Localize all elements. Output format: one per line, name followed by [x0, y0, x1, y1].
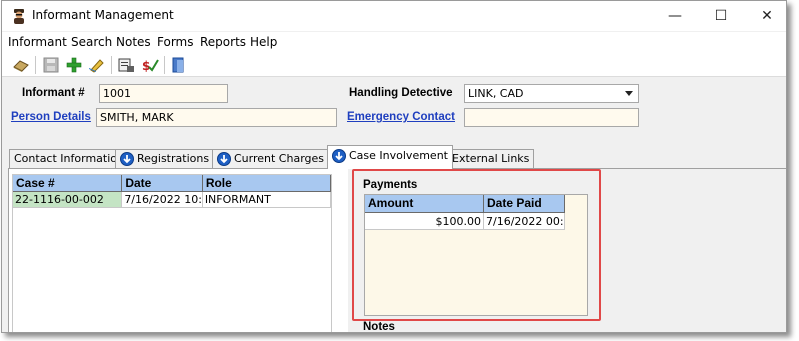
- column-header-date-paid[interactable]: Date Paid: [484, 195, 565, 213]
- emergency-contact-link[interactable]: Emergency Contact: [347, 111, 455, 123]
- menu-notes[interactable]: Notes: [116, 35, 151, 49]
- toolbar-separator: [35, 56, 36, 74]
- menu-informant[interactable]: Informant: [8, 35, 67, 49]
- maximize-button[interactable]: ☐: [698, 1, 744, 31]
- column-header-amount[interactable]: Amount: [365, 195, 484, 213]
- title-bar: Informant Management — ☐ ✕: [2, 1, 786, 31]
- informant-management-window: Informant Management — ☐ ✕ Informant Sea…: [1, 0, 787, 333]
- arrow-down-circle-icon: [332, 149, 346, 163]
- handling-detective-value: LINK, CAD: [468, 87, 524, 100]
- report-icon: $: [142, 59, 159, 73]
- cell-case-number[interactable]: 22-1116-00-002: [13, 192, 123, 208]
- cell-amount[interactable]: $100.00: [365, 213, 484, 230]
- report-button[interactable]: $: [141, 56, 159, 74]
- tab-case-involvement[interactable]: Case Involvement: [327, 145, 453, 169]
- arrow-down-circle-icon: [120, 152, 134, 166]
- informant-number-field[interactable]: 1001: [99, 84, 228, 103]
- minimize-button[interactable]: —: [652, 1, 698, 31]
- handling-detective-select[interactable]: LINK, CAD: [464, 84, 639, 103]
- menu-forms[interactable]: Forms: [157, 35, 193, 49]
- scanner-button[interactable]: [117, 56, 135, 74]
- menu-bar: Informant Search Notes Forms Reports Hel…: [2, 32, 786, 52]
- payments-grid-header: Amount Date Paid: [365, 195, 587, 213]
- cell-date[interactable]: 7/16/2022 10:0: [122, 192, 203, 208]
- maximize-icon: ☐: [714, 8, 728, 24]
- handling-detective-label: Handling Detective: [349, 87, 453, 99]
- cell-role[interactable]: INFORMANT: [202, 192, 331, 208]
- scanner-icon: [118, 58, 134, 72]
- open-icon: [13, 60, 29, 72]
- exit-button[interactable]: [170, 56, 188, 74]
- cell-date-paid[interactable]: 7/16/2022 00:1: [484, 213, 565, 230]
- open-button[interactable]: [12, 56, 30, 74]
- tab-label: Registrations: [137, 152, 210, 165]
- tab-label: Contact Information: [14, 152, 124, 165]
- close-button[interactable]: ✕: [744, 1, 786, 31]
- tab-label: Case Involvement: [349, 149, 448, 162]
- minimize-icon: —: [668, 8, 682, 24]
- tab-registrations[interactable]: Registrations: [115, 149, 215, 168]
- toolbar: $: [2, 52, 786, 77]
- chevron-down-icon: [625, 91, 633, 96]
- case-involvement-panel: Case # Date Role 22-1116-00-002 7/16/202…: [8, 168, 786, 333]
- save-button[interactable]: [42, 56, 60, 74]
- case-details-pane: Payments Amount Date Paid $100.00 7/16/2…: [348, 169, 786, 333]
- payments-title: Payments: [363, 179, 418, 191]
- svg-text:$: $: [142, 59, 150, 73]
- add-icon: [66, 57, 82, 73]
- edit-icon: [89, 59, 104, 73]
- toolbar-separator: [111, 56, 112, 74]
- edit-button[interactable]: [88, 56, 106, 74]
- toolbar-separator: [164, 56, 165, 74]
- menu-search[interactable]: Search: [71, 35, 112, 49]
- app-icon: [14, 9, 24, 24]
- tab-label: External Links: [452, 152, 530, 165]
- menu-help[interactable]: Help: [250, 35, 277, 49]
- window-title: Informant Management: [32, 8, 174, 22]
- exit-icon: [172, 57, 184, 73]
- person-details-field[interactable]: SMITH, MARK: [96, 108, 337, 127]
- column-header-role[interactable]: Role: [202, 175, 331, 192]
- emergency-contact-field[interactable]: [464, 108, 639, 127]
- person-details-link[interactable]: Person Details: [11, 111, 91, 123]
- save-icon: [43, 57, 59, 73]
- payments-grid[interactable]: Amount Date Paid $100.00 7/16/2022 00:1: [364, 194, 588, 316]
- add-button[interactable]: [65, 56, 83, 74]
- arrow-down-circle-icon: [217, 152, 231, 166]
- menu-reports[interactable]: Reports: [200, 35, 246, 49]
- table-row[interactable]: $100.00 7/16/2022 00:1: [365, 213, 587, 230]
- tab-label: Current Charges: [234, 152, 325, 165]
- notes-title: Notes: [363, 321, 395, 333]
- tab-current-charges[interactable]: Current Charges: [212, 149, 330, 168]
- table-row[interactable]: 22-1116-00-002 7/16/2022 10:0 INFORMANT: [13, 192, 331, 208]
- cases-grid-header: Case # Date Role: [13, 175, 331, 192]
- cases-grid[interactable]: Case # Date Role 22-1116-00-002 7/16/202…: [12, 174, 332, 332]
- informant-number-label: Informant #: [22, 87, 85, 99]
- tab-contact-information[interactable]: Contact Information: [9, 149, 129, 168]
- close-icon: ✕: [761, 8, 773, 24]
- column-header-date[interactable]: Date: [122, 175, 203, 192]
- column-header-case-number[interactable]: Case #: [13, 175, 123, 192]
- tab-external-links[interactable]: External Links: [447, 149, 535, 168]
